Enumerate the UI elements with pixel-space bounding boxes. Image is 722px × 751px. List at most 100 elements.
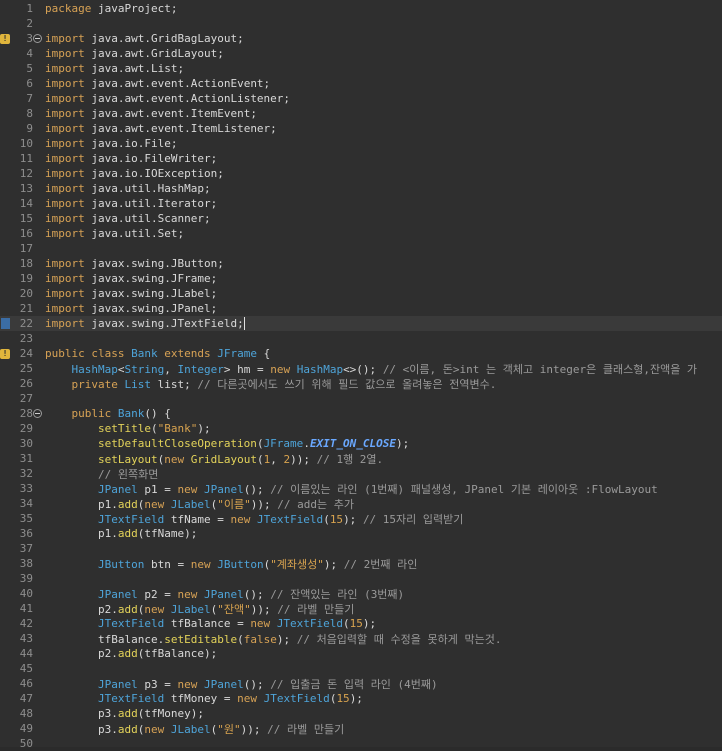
code-token: import — [45, 197, 85, 210]
code-line[interactable]: 46 JPanel p3 = new JPanel(); // 입출금 돈 입력… — [0, 676, 722, 691]
code-line[interactable]: 13 import java.util.HashMap; — [0, 181, 722, 196]
code-line[interactable]: 4 import java.awt.GridLayout; — [0, 46, 722, 61]
code-token: package — [45, 2, 92, 15]
code-text: setDefaultCloseOperation(JFrame.EXIT_ON_… — [45, 437, 409, 450]
code-line[interactable]: 29 setTitle("Bank"); — [0, 421, 722, 436]
code-line[interactable]: 9 import java.awt.event.ItemListener; — [0, 121, 722, 136]
line-number: 12 — [19, 167, 33, 180]
code-line[interactable]: 38 JButton btn = new JButton("계좌생성"); //… — [0, 556, 722, 571]
code-token: p1. — [45, 527, 118, 540]
code-text: tfBalance.setEditable(false); // 처음입력할 때… — [45, 631, 502, 647]
warning-icon[interactable]: ! — [0, 347, 10, 360]
code-line[interactable]: 45 — [0, 661, 722, 676]
code-line[interactable]: 21 import javax.swing.JPanel; — [0, 301, 722, 316]
code-line[interactable]: 44 p2.add(tfBalance); — [0, 646, 722, 661]
code-line[interactable]: 47 JTextField tfMoney = new JTextField(1… — [0, 691, 722, 706]
code-line[interactable]: 7 import java.awt.event.ActionListener; — [0, 91, 722, 106]
code-line[interactable]: 48 p3.add(tfMoney); — [0, 706, 722, 721]
code-line[interactable]: 35 JTextField tfName = new JTextField(15… — [0, 511, 722, 526]
code-token: List — [124, 377, 151, 391]
code-text: private List list; // 다른곳에서도 쓰기 위해 필드 값으… — [45, 376, 497, 392]
code-line[interactable]: 23 — [0, 331, 722, 346]
line-number: 10 — [19, 137, 33, 150]
code-token: Integer — [177, 362, 224, 376]
code-line[interactable]: 2 — [0, 16, 722, 31]
code-line[interactable]: ! 24 public class Bank extends JFrame { — [0, 346, 722, 361]
code-line[interactable]: 27 — [0, 391, 722, 406]
code-token: JTextField — [263, 692, 330, 705]
code-line[interactable]: 33 JPanel p1 = new JPanel(); // 이름있는 라인 … — [0, 481, 722, 496]
code-token: add — [117, 527, 138, 540]
code-line[interactable]: 20 import javax.swing.JLabel; — [0, 286, 722, 301]
code-token: import — [45, 122, 85, 135]
line-number: 50 — [19, 737, 33, 750]
code-token: import — [45, 302, 85, 315]
code-line[interactable]: 8 import java.awt.event.ItemEvent; — [0, 106, 722, 121]
code-line[interactable]: 49 p3.add(new JLabel("원")); // 라벨 만들기 — [0, 721, 722, 736]
code-line[interactable]: 26 private List list; // 다른곳에서도 쓰기 위해 필드… — [0, 376, 722, 391]
code-line[interactable]: 41 p2.add(new JLabel("잔액")); // 라벨 만들기 — [0, 601, 722, 616]
code-line[interactable]: 22 import javax.swing.JTextField; — [0, 316, 722, 331]
code-line[interactable]: 37 — [0, 541, 722, 556]
code-token: ( — [256, 437, 264, 450]
code-token: p3. — [45, 722, 118, 736]
code-token: java.util.Scanner; — [84, 212, 211, 225]
fold-toggle-icon[interactable] — [33, 34, 42, 43]
fold-toggle-icon[interactable] — [33, 409, 42, 418]
code-line[interactable]: 15 import java.util.Scanner; — [0, 211, 722, 226]
warning-icon[interactable]: ! — [0, 32, 10, 45]
code-text: import java.awt.GridLayout; — [45, 47, 224, 60]
code-line[interactable]: 39 — [0, 571, 722, 586]
code-line[interactable]: 6 import java.awt.event.ActionEvent; — [0, 76, 722, 91]
code-line[interactable]: 5 import java.awt.List; — [0, 61, 722, 76]
code-line[interactable]: 11 import java.io.FileWriter; — [0, 151, 722, 166]
code-line[interactable]: 42 JTextField tfBalance = new JTextField… — [0, 616, 722, 631]
code-line[interactable]: 28 public Bank() { — [0, 406, 722, 421]
code-token: p2 = — [137, 587, 178, 601]
code-token: import — [45, 227, 85, 240]
code-token: java.awt.event.ActionListener; — [84, 92, 291, 105]
code-line[interactable]: 1 package javaProject; — [0, 1, 722, 16]
code-editor[interactable]: 1 package javaProject; 2! 3 import java.awt.… — [0, 0, 722, 750]
code-line[interactable]: 14 import java.util.Iterator; — [0, 196, 722, 211]
code-line[interactable]: 36 p1.add(tfName); — [0, 526, 722, 541]
code-text: HashMap<String, Integer> hm = new HashMa… — [45, 361, 698, 377]
code-text: import javax.swing.JTextField; — [45, 317, 245, 331]
code-token: // add는 추가 — [277, 497, 354, 511]
line-number: 19 — [19, 272, 33, 285]
code-line[interactable]: ! 3 import java.awt.GridBagLayout; — [0, 31, 722, 46]
code-line[interactable]: 32 // 왼쪽화면 — [0, 466, 722, 481]
code-line[interactable]: 12 import java.io.IOException; — [0, 166, 722, 181]
code-line[interactable]: 34 p1.add(new JLabel("이름")); // add는 추가 — [0, 496, 722, 511]
line-number: 43 — [19, 632, 33, 645]
code-line[interactable]: 30 setDefaultCloseOperation(JFrame.EXIT_… — [0, 436, 722, 451]
code-token: setTitle — [97, 422, 151, 435]
code-token: setDefaultCloseOperation — [97, 437, 257, 450]
code-line[interactable]: 40 JPanel p2 = new JPanel(); // 잔액있는 라인 … — [0, 586, 722, 601]
code-line[interactable]: 43 tfBalance.setEditable(false); // 처음입력… — [0, 631, 722, 646]
code-token: )); — [250, 497, 278, 511]
code-line[interactable]: 16 import java.util.Set; — [0, 226, 722, 241]
code-token: "Bank" — [157, 422, 198, 435]
code-token: java.awt.GridLayout; — [84, 47, 224, 60]
code-line[interactable]: 50 — [0, 736, 722, 751]
code-token: JPanel — [97, 677, 138, 691]
code-token: java.util.Iterator; — [84, 197, 218, 210]
code-token: HashMap — [71, 362, 118, 376]
code-line[interactable]: 17 — [0, 241, 722, 256]
line-number: 14 — [19, 197, 33, 210]
line-number: 6 — [26, 77, 33, 90]
code-token: new — [164, 452, 185, 466]
line-number: 32 — [19, 467, 33, 480]
code-line[interactable]: 19 import javax.swing.JFrame; — [0, 271, 722, 286]
code-line[interactable]: 10 import java.io.File; — [0, 136, 722, 151]
code-token: import — [45, 272, 85, 285]
code-line[interactable]: 25 HashMap<String, Integer> hm = new Has… — [0, 361, 722, 376]
code-line[interactable]: 18 import javax.swing.JButton; — [0, 256, 722, 271]
code-line[interactable]: 31 setLayout(new GridLayout(1, 2)); // 1… — [0, 451, 722, 466]
